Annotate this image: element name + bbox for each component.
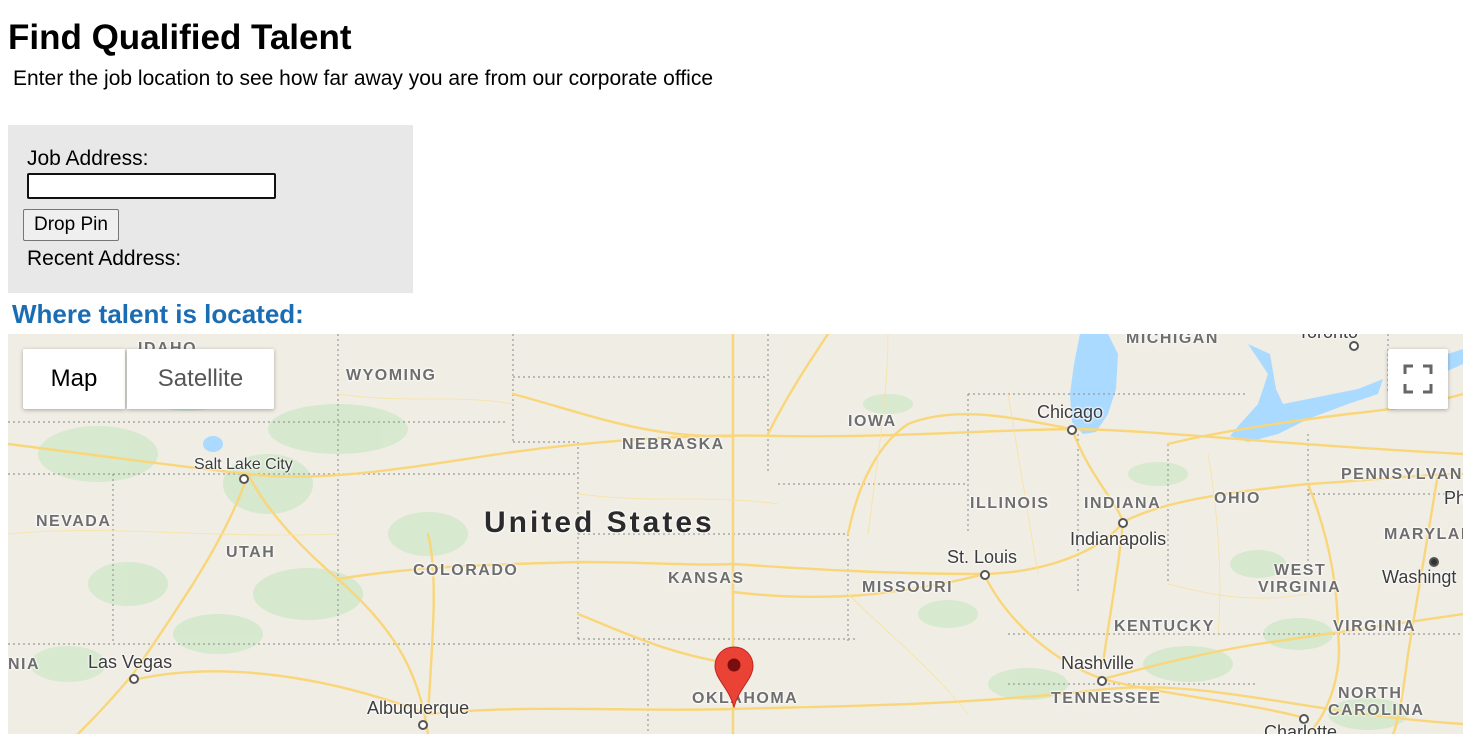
map-label-pennsylvania: PENNSYLVAN <box>1341 466 1463 483</box>
map-label-north-carolina-2: CAROLINA <box>1328 702 1425 719</box>
map-label-kansas: KANSAS <box>668 570 745 587</box>
map-label-virginia: VIRGINIA <box>1333 618 1417 635</box>
city-dot-salt-lake-city <box>239 474 249 484</box>
map-label-missouri: MISSOURI <box>862 579 954 596</box>
map-label-salt-lake-city: Salt Lake City <box>194 456 293 473</box>
map-label-michigan: MICHIGAN <box>1126 334 1219 347</box>
map-type-map-button[interactable]: Map <box>23 349 125 409</box>
page-title: Find Qualified Talent <box>8 18 352 57</box>
map-label-indianapolis: Indianapolis <box>1070 529 1167 549</box>
city-dot-washington <box>1429 557 1439 567</box>
map-label-north-carolina-1: NORTH <box>1338 685 1403 702</box>
map-label-tennessee: TENNESSEE <box>1051 690 1162 707</box>
map-label-colorado: COLORADO <box>413 562 519 579</box>
fullscreen-icon <box>1403 364 1433 394</box>
talent-map[interactable]: MICHIGAN IDAHO WYOMING IOWA NEBRASKA PEN… <box>8 334 1463 734</box>
map-label-ohio: OHIO <box>1214 490 1261 507</box>
map-label-indiana: INDIANA <box>1084 495 1162 512</box>
map-label-toronto: Toronto <box>1298 334 1358 343</box>
talent-location-heading: Where talent is located: <box>12 299 304 329</box>
map-label-utah: UTAH <box>226 544 276 561</box>
recent-address-label: Recent Address: <box>27 247 182 270</box>
fullscreen-button[interactable] <box>1388 349 1448 409</box>
city-dot-nashville <box>1097 676 1107 686</box>
city-dot-chicago <box>1067 425 1077 435</box>
map-pin-icon[interactable] <box>714 646 754 708</box>
map-label-iowa: IOWA <box>848 413 897 430</box>
map-label-maryland: MARYLAI <box>1384 526 1463 543</box>
map-label-nevada: NEVADA <box>36 513 112 530</box>
map-label-california: NIA <box>8 656 41 673</box>
map-label-albuquerque: Albuquerque <box>367 698 470 718</box>
map-label-philadelphia: Ph <box>1444 488 1463 508</box>
map-label-wyoming: WYOMING <box>346 367 437 384</box>
city-dot-indianapolis <box>1118 518 1128 528</box>
map-label-illinois: ILLINOIS <box>970 495 1050 512</box>
map-label-las-vegas: Las Vegas <box>88 652 173 672</box>
page-subtitle: Enter the job location to see how far aw… <box>13 67 713 90</box>
job-address-input[interactable] <box>27 173 276 199</box>
map-label-nashville: Nashville <box>1061 653 1135 673</box>
map-type-control: Map Satellite <box>23 349 274 409</box>
map-label-kentucky: KENTUCKY <box>1114 618 1215 635</box>
map-label-charlotte: Charlotte <box>1264 722 1338 734</box>
map-label-united-states: United States <box>484 506 715 539</box>
map-label-west-virginia-2: VIRGINIA <box>1258 579 1342 596</box>
job-address-label: Job Address: <box>27 147 149 170</box>
city-dot-toronto <box>1349 341 1359 351</box>
map-label-washington: Washingt <box>1382 567 1457 587</box>
city-dot-st-louis <box>980 570 990 580</box>
city-dot-las-vegas <box>129 674 139 684</box>
city-dot-albuquerque <box>418 720 428 730</box>
map-label-nebraska: NEBRASKA <box>622 436 725 453</box>
map-label-st-louis: St. Louis <box>947 547 1018 567</box>
map-type-satellite-button[interactable]: Satellite <box>127 349 274 409</box>
map-label-chicago: Chicago <box>1037 402 1104 422</box>
drop-pin-button[interactable]: Drop Pin <box>23 209 119 241</box>
job-address-form: Job Address: Drop Pin Recent Address: <box>8 125 413 293</box>
map-label-west-virginia-1: WEST <box>1274 562 1327 579</box>
